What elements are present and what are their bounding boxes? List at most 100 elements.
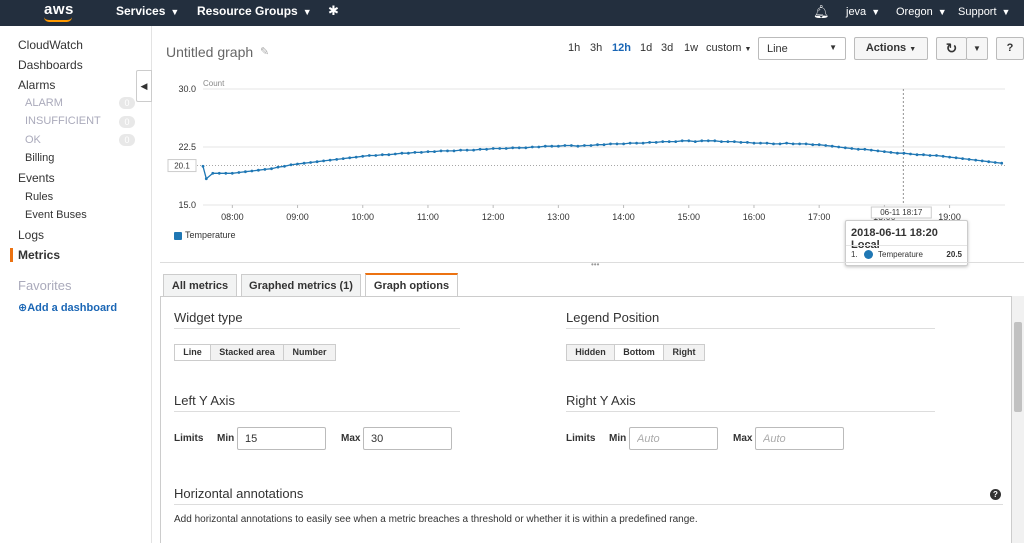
right-min-input[interactable] xyxy=(629,427,718,450)
data-point xyxy=(459,148,462,152)
data-point xyxy=(863,147,867,151)
data-point xyxy=(296,162,299,166)
aws-logo[interactable]: aws xyxy=(44,1,74,18)
top-nav: aws Services ▼ Resource Groups ▼ ✱ 🔔︎ jeva… xyxy=(0,0,1024,26)
sidebar-divider xyxy=(151,26,152,543)
sidebar-item-cloudwatch[interactable]: CloudWatch xyxy=(18,38,83,52)
data-point xyxy=(798,142,801,146)
region-menu[interactable]: Oregon ▼ xyxy=(896,6,947,18)
pin-icon[interactable]: ✱ xyxy=(328,3,339,19)
range-3d[interactable]: 3d xyxy=(661,42,673,54)
legend-bottom[interactable]: Bottom xyxy=(614,344,664,361)
tooltip-index: 1. xyxy=(851,250,858,259)
data-point xyxy=(204,177,208,181)
drag-handle-icon[interactable]: ••• xyxy=(591,260,599,269)
crosshair-label: 06-11 18:17 xyxy=(880,208,923,217)
add-dashboard-link[interactable]: ⊕Add a dashboard xyxy=(18,301,117,314)
data-point xyxy=(987,160,991,164)
sidebar-item-metrics[interactable]: Metrics xyxy=(18,248,60,262)
range-3h[interactable]: 3h xyxy=(590,42,602,54)
resource-groups-label: Resource Groups xyxy=(197,4,298,18)
sidebar-item-events[interactable]: Events xyxy=(18,171,55,185)
data-point xyxy=(856,147,860,151)
data-point xyxy=(974,158,978,162)
data-point xyxy=(201,164,205,168)
data-point xyxy=(759,141,762,145)
pencil-icon[interactable]: ✎ xyxy=(260,45,269,58)
support-label: Support xyxy=(958,6,997,18)
refresh-options-button[interactable]: ▼ xyxy=(966,37,988,60)
legend-label-temperature[interactable]: Temperature xyxy=(185,230,236,240)
support-menu[interactable]: Support ▼ xyxy=(958,6,1010,18)
data-point xyxy=(843,146,847,150)
data-point xyxy=(876,149,880,153)
data-point xyxy=(654,141,658,144)
data-point xyxy=(902,151,906,155)
legend-hidden[interactable]: Hidden xyxy=(566,344,615,361)
user-menu[interactable]: jeva ▼ xyxy=(846,6,880,18)
widget-type-number[interactable]: Number xyxy=(283,344,336,361)
scrollbar-thumb[interactable] xyxy=(1014,322,1022,412)
sidebar-item-alarms[interactable]: Alarms xyxy=(18,78,55,92)
range-12h[interactable]: 12h xyxy=(612,42,631,54)
actions-button[interactable]: Actions ▼ xyxy=(854,37,928,60)
x-tick-label: 14:00 xyxy=(612,212,635,222)
services-menu[interactable]: Services ▼ xyxy=(116,4,179,18)
data-point xyxy=(335,158,339,161)
data-point xyxy=(433,150,436,153)
insufficient-count-badge: 0 xyxy=(119,116,135,128)
annotations-help-icon[interactable]: ? xyxy=(990,489,1001,500)
data-point xyxy=(244,170,247,174)
view-type-select[interactable]: Line ▼ xyxy=(758,37,846,60)
left-limits-label: Limits xyxy=(174,433,204,444)
left-min-input[interactable] xyxy=(237,427,326,450)
sidebar-item-event-buses[interactable]: Event Buses xyxy=(25,209,87,221)
data-point xyxy=(824,144,828,147)
sidebar-item-logs[interactable]: Logs xyxy=(18,228,44,242)
right-max-input[interactable] xyxy=(755,427,844,450)
widget-type-stacked-area[interactable]: Stacked area xyxy=(210,344,284,361)
data-point xyxy=(276,165,280,169)
left-min-label: Min xyxy=(217,433,235,444)
data-point xyxy=(1000,161,1004,165)
tab-graph-options[interactable]: Graph options xyxy=(365,273,458,297)
refresh-button[interactable]: ↻ xyxy=(936,37,967,60)
left-max-input[interactable] xyxy=(363,427,452,450)
sidebar-item-alarm[interactable]: ALARM xyxy=(25,97,63,109)
sidebar-item-insufficient[interactable]: INSUFFICIENT xyxy=(25,115,101,127)
range-custom[interactable]: custom ▼ xyxy=(706,42,751,54)
tooltip-series-swatch xyxy=(864,250,873,259)
data-point xyxy=(687,139,691,143)
data-point xyxy=(980,159,984,163)
region-name: Oregon xyxy=(896,6,933,18)
data-point xyxy=(785,141,788,145)
range-1h[interactable]: 1h xyxy=(568,42,580,54)
sidebar-item-rules[interactable]: Rules xyxy=(25,191,53,203)
range-1d[interactable]: 1d xyxy=(640,42,652,54)
graph-title[interactable]: Untitled graph xyxy=(166,44,253,60)
tab-all-metrics[interactable]: All metrics xyxy=(163,274,237,297)
data-point xyxy=(485,147,488,151)
data-point xyxy=(478,147,482,151)
range-1w[interactable]: 1w xyxy=(684,42,698,54)
data-point xyxy=(948,155,951,159)
sidebar-item-billing[interactable]: Billing xyxy=(25,152,54,164)
data-point xyxy=(354,155,358,159)
widget-type-line[interactable]: Line xyxy=(174,344,211,361)
resource-groups-menu[interactable]: Resource Groups ▼ xyxy=(197,4,312,18)
data-point xyxy=(361,154,365,158)
legend-right[interactable]: Right xyxy=(663,344,705,361)
data-point xyxy=(289,163,293,167)
widget-type-rule xyxy=(174,328,460,329)
data-point xyxy=(387,153,391,157)
data-point xyxy=(909,152,912,156)
bell-icon[interactable]: 🔔︎ xyxy=(813,4,830,20)
help-button[interactable]: ? xyxy=(996,37,1024,60)
data-point xyxy=(850,147,854,150)
sidebar-item-ok[interactable]: OK xyxy=(25,134,41,146)
tab-graphed-metrics[interactable]: Graphed metrics (1) xyxy=(241,274,361,297)
collapse-sidebar-button[interactable]: ◀ xyxy=(136,70,152,102)
data-point xyxy=(954,156,958,160)
data-point xyxy=(706,139,710,143)
sidebar-item-dashboards[interactable]: Dashboards xyxy=(18,58,83,72)
